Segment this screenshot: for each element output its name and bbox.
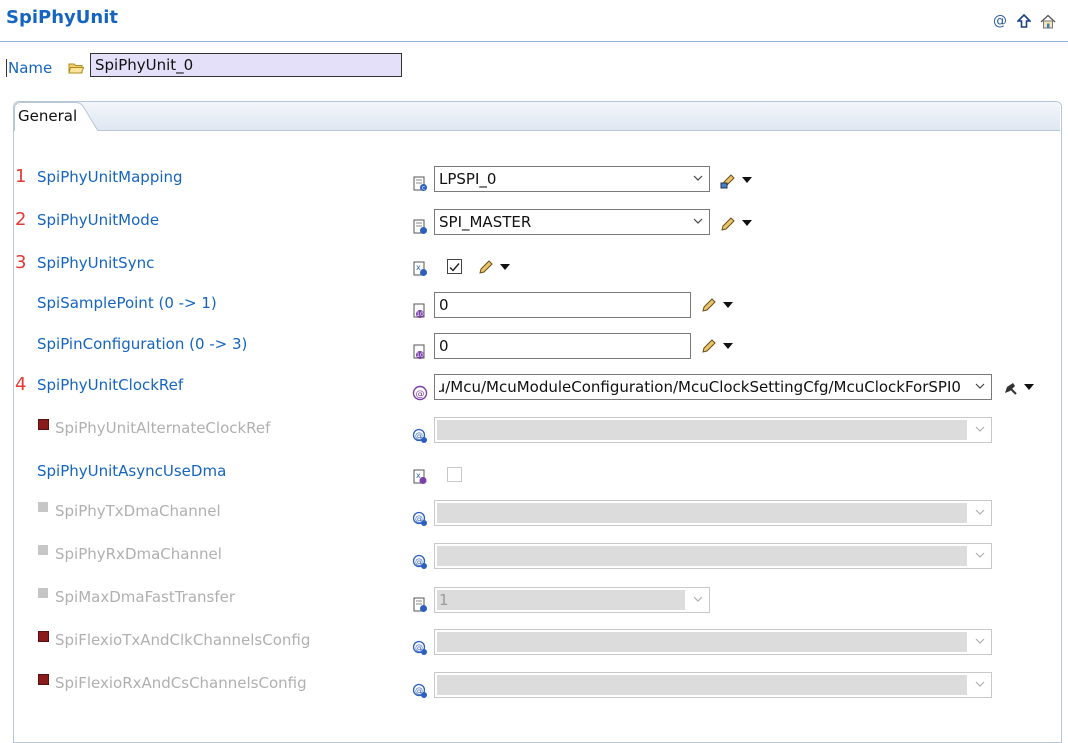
spiphyunitmode-select[interactable]: SPI_MASTER [434,209,710,235]
tab-general-label: General [18,107,78,125]
chevron-down-icon [975,381,985,391]
checkmark-icon [449,263,460,272]
config-boolean-icon: x [413,261,427,276]
config-integer-icon: 10 [413,344,425,359]
spiphyunitsync-checkbox[interactable] [447,259,462,274]
dropdown-triangle-icon[interactable] [723,343,733,349]
spiphytxdmachannel-select[interactable] [434,500,992,526]
svg-text:10: 10 [416,311,424,318]
marker-4: 4 [15,374,27,395]
chevron-down-icon [693,596,703,602]
spipinconfiguration-input[interactable]: 0 [434,333,691,359]
label-spiphyunitmode: SpiPhyUnitMode [37,211,160,229]
chevron-down-icon [975,552,985,558]
svg-text:c: c [422,185,425,192]
header-divider [0,41,1068,42]
spiphyunitmapping-select[interactable]: LPSPI_0 [434,166,710,192]
name-label: Name [5,59,53,77]
up-arrow-icon[interactable] [1016,13,1032,29]
reference-link-icon[interactable] [1002,380,1018,396]
home-icon[interactable] [1040,13,1056,29]
header-toolbar: @ [992,13,1056,29]
label-spiphyunitalternateclockref: SpiPhyUnitAlternateClockRef [55,419,271,437]
config-reference-icon: @ [412,554,427,569]
config-integer-icon: 10 [413,303,425,318]
config-reference-icon: @ [412,683,427,698]
label-spiphyunitmapping: SpiPhyUnitMapping [37,168,183,186]
label-spiphyunitasyncusedma: SpiPhyUnitAsyncUseDma [37,462,227,480]
name-input[interactable]: SpiPhyUnit_0 [90,53,402,77]
svg-text:@: @ [416,390,425,400]
disabled-marker-gray [38,545,48,555]
spimaxdmafasttransfer-select[interactable]: 1 [434,587,710,613]
config-boolean-icon: x [413,469,427,484]
chevron-down-icon [975,681,985,687]
disabled-marker-red [38,674,49,685]
disabled-marker-gray [38,502,48,512]
dropdown-triangle-icon[interactable] [742,177,752,183]
config-reference-icon: @ [412,640,427,655]
label-spiphyunitclockref: SpiPhyUnitClockRef [37,376,184,394]
config-enum-icon [413,219,427,234]
disabled-marker-gray [38,588,48,598]
disabled-marker-red [38,419,49,430]
folder-icon[interactable] [68,61,85,75]
label-spiphyrxdmachannel: SpiPhyRxDmaChannel [55,545,222,563]
svg-text:x: x [416,263,421,272]
config-reference-icon: @ [412,511,427,526]
chevron-down-icon [975,638,985,644]
pencil-icon[interactable] [701,338,717,354]
config-class-icon: c [413,176,427,192]
disabled-marker-red [38,631,49,642]
pencil-icon[interactable] [701,297,717,313]
spiphyunitasyncusedma-checkbox[interactable] [447,467,462,482]
chevron-down-icon [693,175,703,181]
label-spipinconfiguration: SpiPinConfiguration (0 -> 3) [37,335,248,353]
dropdown-triangle-icon[interactable] [742,220,752,226]
chevron-down-icon [975,509,985,515]
tab-strip [14,102,1060,131]
dropdown-triangle-icon[interactable] [1024,384,1034,390]
edit-calc-icon[interactable] [720,173,736,189]
spiflexiorxandcschannelsconfig-select[interactable] [434,672,992,698]
chevron-down-icon [975,426,985,432]
spiphyrxdmachannel-select[interactable] [434,543,992,569]
label-spimaxdmafasttransfer: SpiMaxDmaFastTransfer [55,588,236,606]
label-spiphytxdmachannel: SpiPhyTxDmaChannel [55,502,221,520]
pencil-icon[interactable] [720,216,736,232]
config-reference-icon: @ [412,428,427,443]
config-enum-icon [413,597,427,612]
spiphyunitclockref-select[interactable]: ɹ/Mcu/McuModuleConfiguration/McuClockSet… [434,374,992,400]
dropdown-triangle-icon[interactable] [500,264,510,270]
spisamplepoint-input[interactable]: 0 [434,292,691,318]
dropdown-triangle-icon[interactable] [723,302,733,308]
marker-2: 2 [15,209,27,230]
chevron-down-icon [693,218,703,224]
at-icon[interactable]: @ [992,13,1008,29]
label-spisamplepoint: SpiSamplePoint (0 -> 1) [37,294,217,312]
config-reference-icon: @ [412,385,428,401]
spiflexiotxandclkchannelsconfig-select[interactable] [434,629,992,655]
label-spiflexiorxandcschannelsconfig: SpiFlexioRxAndCsChannelsConfig [55,674,307,692]
marker-1: 1 [15,166,27,187]
label-spiphyunitsync: SpiPhyUnitSync [37,254,155,272]
svg-text:10: 10 [416,352,424,359]
marker-3: 3 [15,252,27,273]
page-title: SpiPhyUnit [6,7,118,28]
spiphyunitalternateclockref-select[interactable] [434,417,992,443]
label-spiflexiotxandclkchannelsconfig: SpiFlexioTxAndClkChannelsConfig [55,631,311,649]
pencil-icon[interactable] [478,259,494,275]
